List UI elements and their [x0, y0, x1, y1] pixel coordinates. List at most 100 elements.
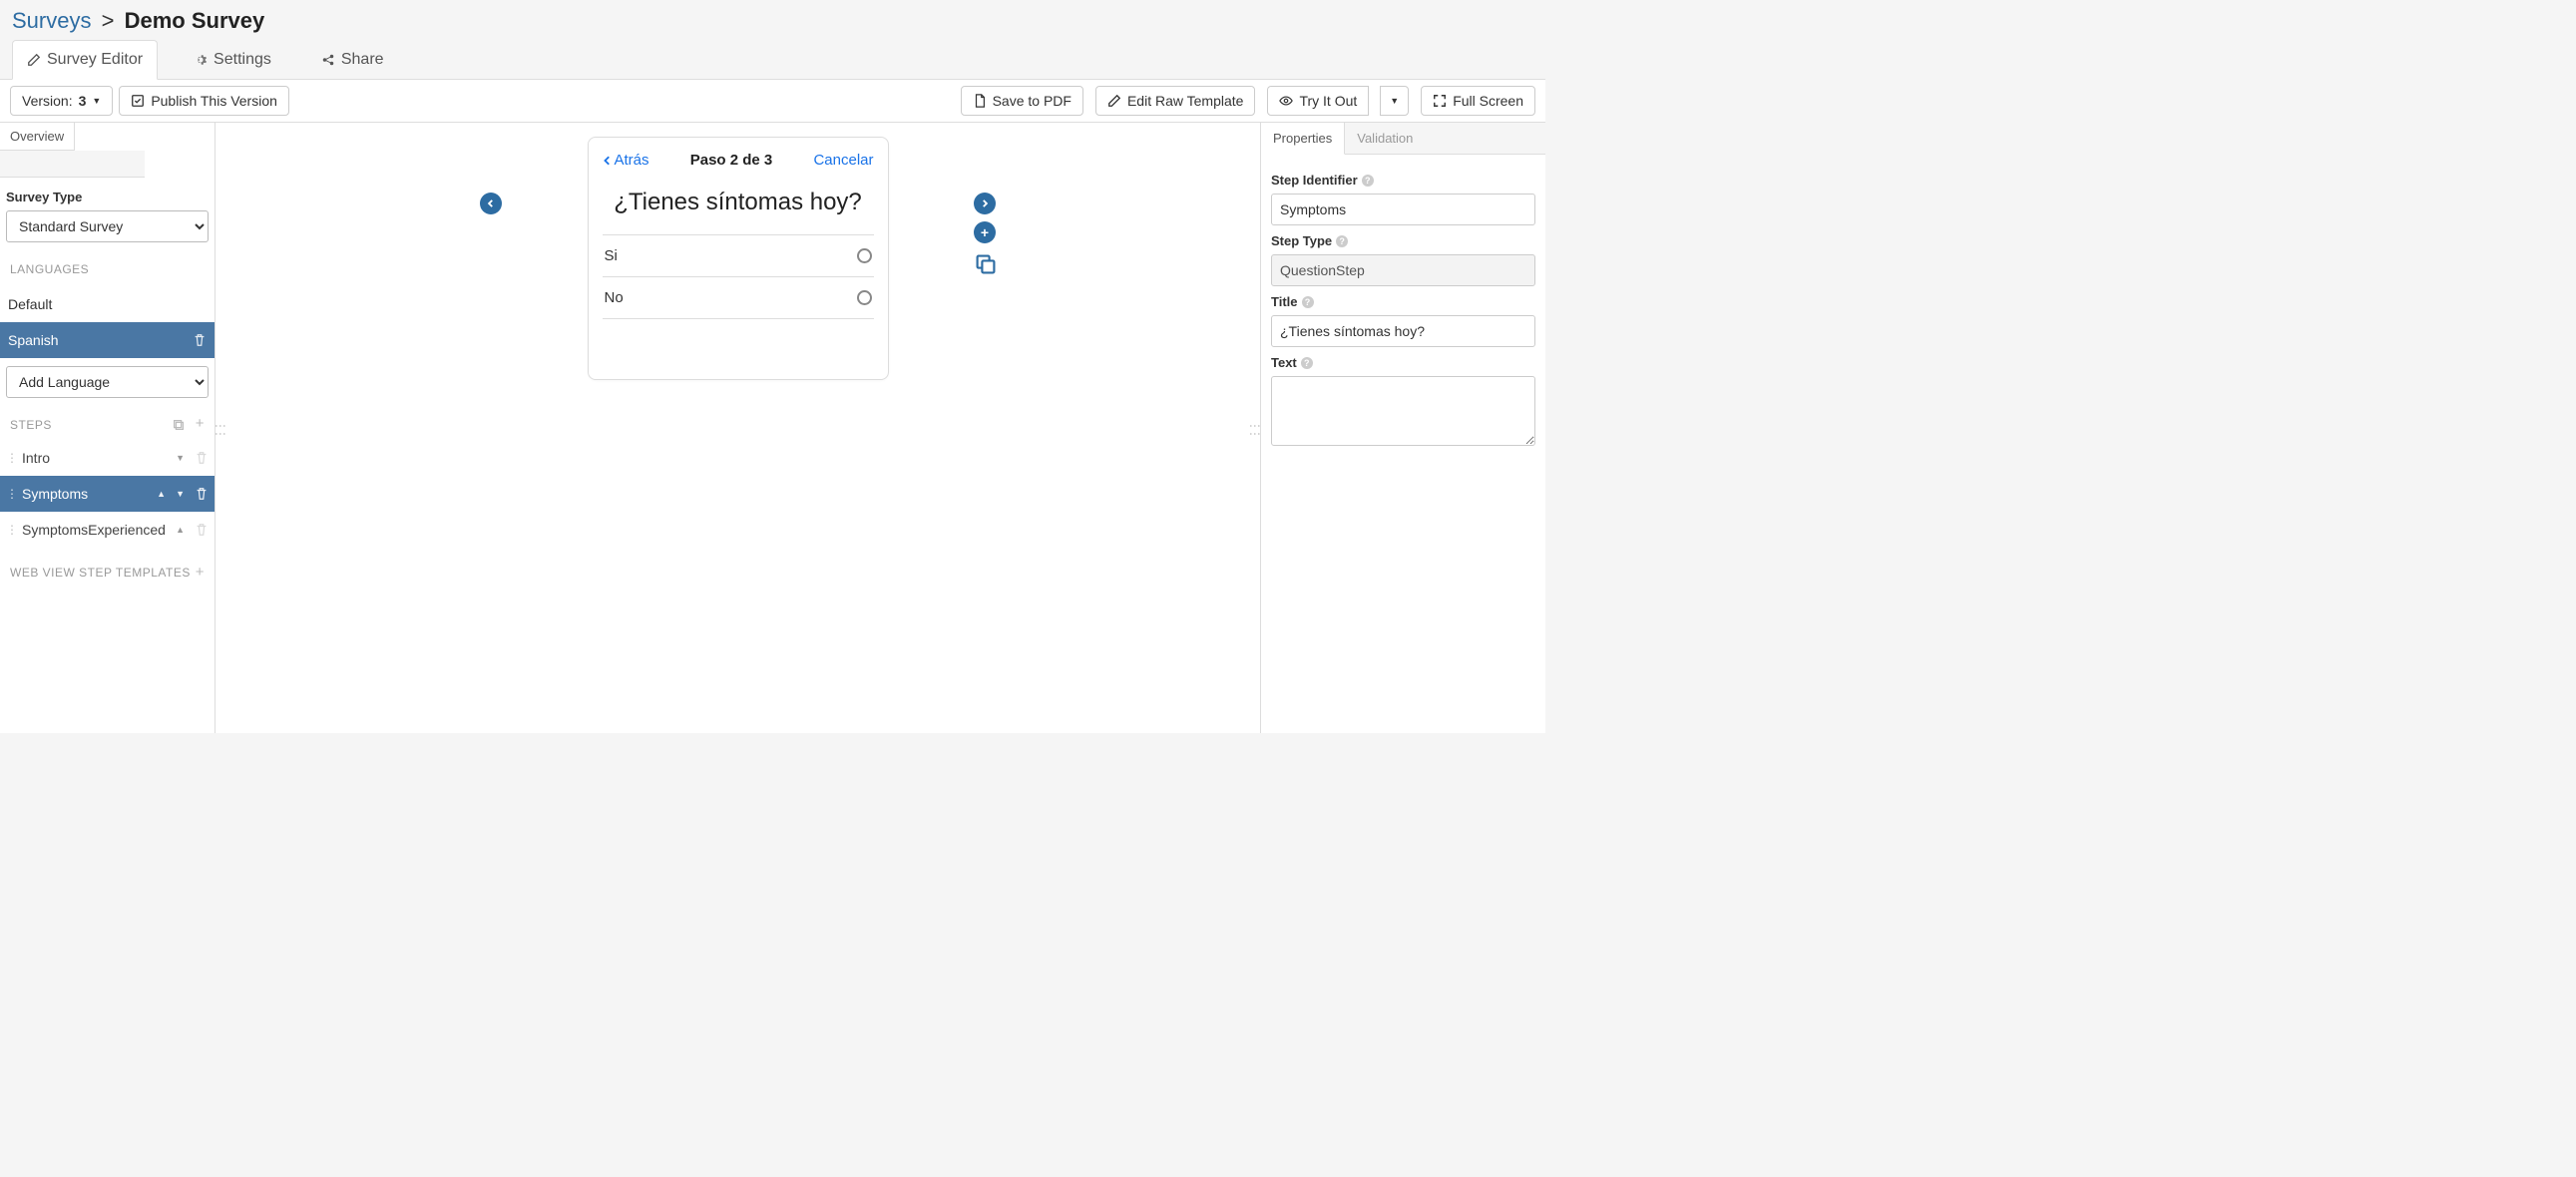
step-item-label: Intro [22, 450, 50, 466]
trash-icon[interactable] [195, 451, 209, 465]
webview-heading: WEB VIEW STEP TEMPLATES + [6, 556, 209, 586]
properties-panel: Properties Validation Step Identifier ? … [1260, 123, 1545, 733]
share-icon [321, 53, 335, 67]
help-icon[interactable]: ? [1302, 296, 1314, 308]
check-square-icon [131, 94, 145, 108]
move-up-icon[interactable] [157, 489, 166, 500]
tab-settings[interactable]: Settings [180, 41, 285, 79]
breadcrumb-current: Demo Survey [125, 8, 265, 33]
drag-handle-icon[interactable]: ⋮ [6, 487, 16, 501]
title-label: Title ? [1271, 286, 1535, 315]
version-value: 3 [79, 93, 87, 109]
radio-icon [857, 248, 872, 263]
preview-step-counter: Paso 2 de 3 [690, 152, 773, 169]
help-icon[interactable]: ? [1301, 357, 1313, 369]
fullscreen-label: Full Screen [1453, 93, 1523, 109]
move-up-icon[interactable] [176, 525, 185, 536]
preview-cancel-button[interactable]: Cancelar [813, 152, 873, 169]
language-item-label: Spanish [8, 332, 59, 348]
save-pdf-button[interactable]: Save to PDF [961, 86, 1083, 116]
survey-preview-card: Atrás Paso 2 de 3 Cancelar ¿Tienes sínto… [588, 137, 889, 380]
step-identifier-label: Step Identifier ? [1271, 165, 1535, 194]
gear-icon [194, 53, 208, 67]
try-it-button[interactable]: Try It Out [1267, 86, 1369, 116]
copy-icon[interactable] [172, 418, 186, 432]
tab-survey-editor-label: Survey Editor [47, 51, 143, 69]
help-icon[interactable]: ? [1336, 235, 1348, 247]
preview-next-button[interactable] [974, 193, 996, 214]
panel-resize-handle-right[interactable] [1250, 123, 1260, 733]
step-item-intro[interactable]: ⋮ Intro [0, 440, 215, 476]
preview-add-button[interactable]: + [974, 221, 996, 243]
publish-version-button[interactable]: Publish This Version [119, 86, 289, 116]
eye-icon [1279, 94, 1293, 108]
move-down-icon[interactable] [176, 489, 185, 500]
edit-raw-label: Edit Raw Template [1127, 93, 1243, 109]
preview-option-row[interactable]: No [603, 276, 874, 319]
survey-type-label: Survey Type [6, 186, 209, 210]
plus-icon[interactable]: + [196, 418, 205, 432]
version-dropdown[interactable]: Version: 3 ▼ [10, 86, 113, 116]
try-it-dropdown[interactable]: ▼ [1380, 86, 1409, 116]
webview-heading-label: WEB VIEW STEP TEMPLATES [10, 566, 191, 580]
title-label-text: Title [1271, 294, 1298, 309]
sidebar: Overview Survey Type Standard Survey LAN… [0, 123, 215, 733]
save-pdf-label: Save to PDF [993, 93, 1072, 109]
breadcrumb-parent-link[interactable]: Surveys [12, 8, 91, 33]
preview-prev-button[interactable] [480, 193, 502, 214]
validation-tab[interactable]: Validation [1345, 123, 1425, 154]
try-it-label: Try It Out [1299, 93, 1357, 109]
properties-tab[interactable]: Properties [1261, 123, 1345, 155]
sidebar-overview-tab[interactable]: Overview [0, 123, 75, 151]
steps-heading-label: STEPS [10, 418, 52, 432]
language-item-label: Default [8, 296, 52, 312]
panel-resize-handle-left[interactable] [215, 123, 225, 733]
step-type-label: Step Type ? [1271, 225, 1535, 254]
toolbar: Version: 3 ▼ Publish This Version Save t… [0, 80, 1545, 123]
step-identifier-input[interactable] [1271, 194, 1535, 225]
publish-version-label: Publish This Version [151, 93, 277, 109]
language-item-default[interactable]: Default [0, 286, 215, 322]
step-item-symptoms-experienced[interactable]: ⋮ SymptomsExperienced [0, 512, 215, 548]
text-textarea[interactable] [1271, 376, 1535, 446]
trash-icon[interactable] [195, 523, 209, 537]
preview-back-label: Atrás [615, 152, 649, 169]
breadcrumb: Surveys > Demo Survey [0, 0, 1545, 40]
preview-back-button[interactable]: Atrás [603, 152, 649, 169]
tab-share[interactable]: Share [307, 41, 398, 79]
step-item-symptoms[interactable]: ⋮ Symptoms [0, 476, 215, 512]
version-label: Version: [22, 93, 73, 109]
edit-icon [27, 53, 41, 67]
step-type-input [1271, 254, 1535, 286]
preview-option-row[interactable]: Si [603, 234, 874, 276]
preview-question-title: ¿Tienes síntomas hoy? [603, 189, 874, 216]
title-input[interactable] [1271, 315, 1535, 347]
steps-list: ⋮ Intro ⋮ Symptoms [0, 440, 215, 548]
step-item-label: SymptomsExperienced [22, 522, 166, 538]
text-label: Text ? [1271, 347, 1535, 376]
step-item-label: Symptoms [22, 486, 88, 502]
languages-heading: LANGUAGES [6, 252, 209, 282]
add-language-select[interactable]: Add Language [6, 366, 209, 398]
text-label-text: Text [1271, 355, 1297, 370]
help-icon[interactable]: ? [1362, 175, 1374, 187]
drag-handle-icon[interactable]: ⋮ [6, 451, 16, 465]
fullscreen-button[interactable]: Full Screen [1421, 86, 1535, 116]
tab-survey-editor[interactable]: Survey Editor [12, 40, 158, 80]
main-layout: Overview Survey Type Standard Survey LAN… [0, 123, 1545, 733]
trash-icon[interactable] [195, 487, 209, 501]
expand-icon [1433, 94, 1447, 108]
trash-icon[interactable] [193, 333, 207, 347]
caret-down-icon: ▼ [1390, 96, 1399, 106]
drag-handle-icon[interactable]: ⋮ [6, 523, 16, 537]
tab-share-label: Share [341, 51, 384, 69]
tab-settings-label: Settings [214, 51, 271, 69]
move-down-icon[interactable] [176, 453, 185, 464]
survey-type-select[interactable]: Standard Survey [6, 210, 209, 242]
plus-icon[interactable]: + [196, 567, 205, 579]
language-item-spanish[interactable]: Spanish [0, 322, 215, 358]
step-identifier-label-text: Step Identifier [1271, 173, 1358, 188]
radio-icon [857, 290, 872, 305]
preview-duplicate-button[interactable] [974, 252, 998, 279]
edit-raw-button[interactable]: Edit Raw Template [1095, 86, 1255, 116]
